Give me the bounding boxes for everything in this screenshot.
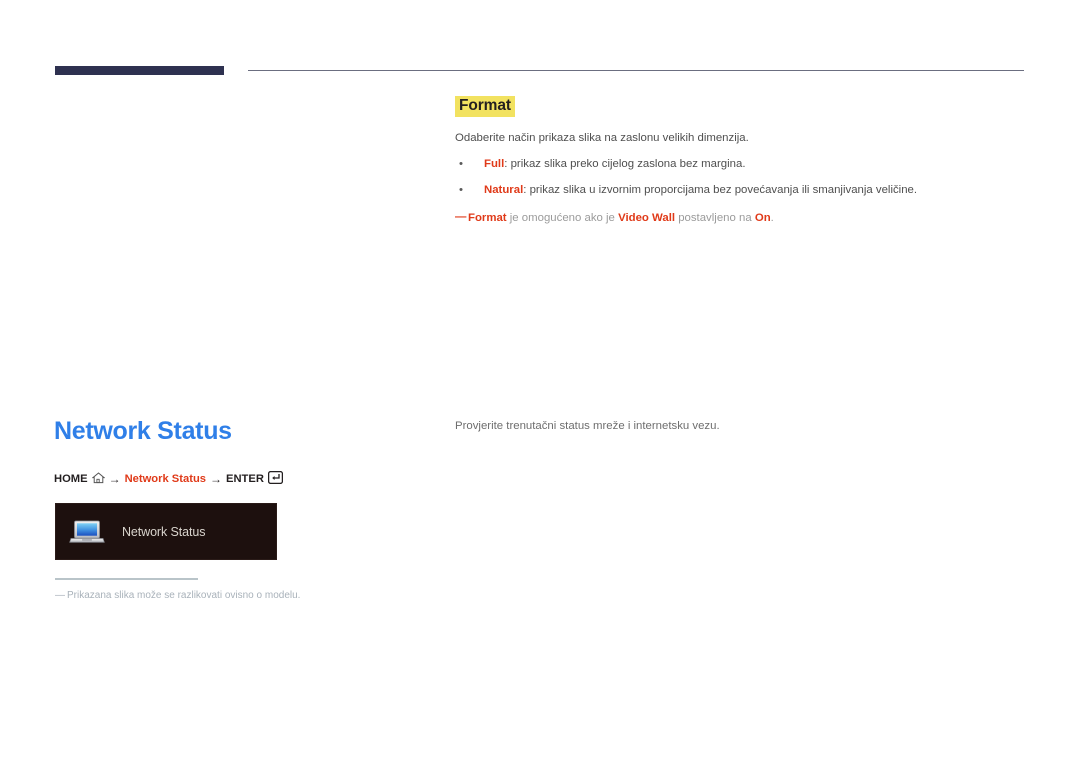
format-intro-text: Odaberite način prikaza slika na zaslonu…: [455, 132, 749, 145]
option-description: prikaz slika preko cijelog zaslona bez m…: [510, 158, 746, 171]
footnote-divider: [55, 578, 198, 580]
bullet-glyph: •: [459, 184, 463, 197]
footnote: ― Prikazana slika može se razlikovati ovi…: [55, 588, 487, 603]
header-accent-bar: [55, 66, 224, 75]
note-dash: ―: [455, 210, 467, 223]
format-note: ― Format je omogućeno ako je Video Wall p…: [455, 210, 1025, 227]
page-title: Network Status: [54, 417, 232, 445]
osd-panel-label: Network Status: [122, 524, 206, 539]
note-text-1: je omogućeno ako je: [506, 211, 619, 224]
breadcrumb-home-label: HOME: [54, 473, 88, 485]
option-term-full: Full: [484, 158, 505, 171]
home-icon: [91, 471, 105, 487]
list-item: • Full: prikaz slika preko cijelog zaslon…: [455, 156, 1025, 173]
note-text-2: postavljeno na: [675, 211, 755, 224]
breadcrumb-target: Network Status: [124, 473, 206, 485]
note-term-on: On: [754, 211, 771, 224]
breadcrumb: HOME → Network Status → ENTER: [54, 470, 283, 487]
option-description: prikaz slika u izvornim proporcijama bez…: [529, 184, 918, 197]
header-divider-rule: [248, 70, 1024, 71]
note-term-format: Format: [468, 211, 507, 224]
note-text-3: .: [770, 211, 774, 224]
breadcrumb-enter-label: ENTER: [226, 473, 264, 485]
breadcrumb-arrow-1: →: [108, 472, 121, 486]
format-option-list: • Full: prikaz slika preko cijelog zaslon…: [455, 156, 1025, 199]
option-term-natural: Natural: [484, 184, 524, 197]
footnote-text: Prikazana slika može se razlikovati ovis…: [67, 590, 301, 601]
footnote-dash: ―: [55, 590, 65, 601]
note-term-video-wall: Video Wall: [618, 211, 676, 224]
network-status-osd-panel[interactable]: Network Status: [55, 503, 277, 560]
bullet-glyph: •: [459, 158, 463, 171]
laptop-icon: [65, 519, 109, 545]
breadcrumb-arrow-2: →: [210, 472, 222, 486]
format-heading: Format: [455, 96, 515, 118]
list-item: • Natural: prikaz slika u izvornim propor…: [455, 182, 1025, 199]
format-section: Format Odaberite način prikaza slika na …: [455, 96, 1025, 227]
enter-key-icon: [267, 470, 283, 487]
network-status-description: Provjerite trenutačni status mreže i int…: [455, 420, 720, 432]
